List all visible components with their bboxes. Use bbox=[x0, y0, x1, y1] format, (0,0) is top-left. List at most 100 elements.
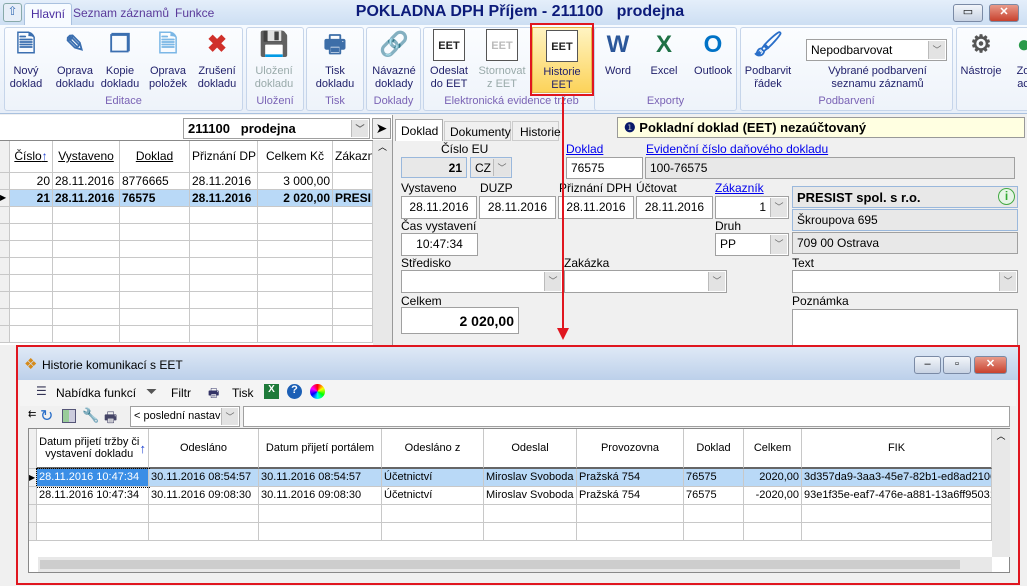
vystaveno-field[interactable]: 28.11.2016 bbox=[401, 196, 477, 219]
column-header[interactable]: Celkem Kč bbox=[258, 141, 333, 173]
table-cell[interactable] bbox=[333, 258, 373, 275]
celkem-field[interactable]: 2 020,00 bbox=[401, 307, 519, 334]
table-cell[interactable] bbox=[333, 326, 373, 343]
table-cell[interactable] bbox=[190, 207, 258, 224]
row-indicator[interactable] bbox=[29, 505, 37, 523]
table-cell[interactable] bbox=[684, 505, 744, 523]
column-header[interactable]: Vystaveno bbox=[53, 141, 120, 173]
table-cell[interactable] bbox=[577, 523, 684, 541]
table-cell[interactable] bbox=[190, 309, 258, 326]
ribbon-button-oprava[interactable]: 🗎 Oprava položek bbox=[146, 27, 190, 93]
table-cell[interactable] bbox=[53, 224, 120, 241]
table-cell[interactable]: Pražská 754 bbox=[577, 469, 684, 487]
table-cell[interactable] bbox=[577, 505, 684, 523]
table-cell[interactable] bbox=[53, 309, 120, 326]
zakaznik-select[interactable]: 1 ﹀ bbox=[715, 196, 789, 219]
wrench-icon[interactable]: 🔧 bbox=[82, 407, 99, 424]
table-cell[interactable] bbox=[259, 505, 382, 523]
duzp-field[interactable]: 28.11.2016 bbox=[479, 196, 556, 219]
table-cell[interactable]: 8776665 bbox=[120, 173, 190, 190]
dialog-maximize-button[interactable]: ▫ bbox=[943, 356, 971, 374]
table-cell[interactable] bbox=[802, 505, 992, 523]
table-cell[interactable]: 30.11.2016 09:08:30 bbox=[259, 487, 382, 505]
table-cell[interactable] bbox=[258, 224, 333, 241]
doklad-field[interactable]: 76575 bbox=[566, 157, 643, 179]
ribbon-button-uložení[interactable]: 💾 Uložení dokladu bbox=[250, 27, 298, 93]
filter-button[interactable]: Filtr bbox=[171, 386, 191, 400]
zakaznik-link[interactable]: Zákazník bbox=[715, 181, 764, 195]
customer-street-field[interactable]: Škroupova 695 bbox=[792, 209, 1018, 231]
go-arrow-button[interactable]: ➤ bbox=[372, 118, 391, 139]
table-cell[interactable]: -2020,00 bbox=[744, 487, 802, 505]
evidencni-cislo-field[interactable]: 100-76575 bbox=[645, 157, 1015, 179]
table-cell[interactable] bbox=[149, 523, 259, 541]
ribbon-button-zo[interactable]: ● Zo ac bbox=[1008, 27, 1027, 93]
customer-name-field[interactable]: PRESIST spol. s r.o. i bbox=[792, 186, 1018, 208]
dialog-close-button[interactable]: ✕ bbox=[974, 356, 1007, 374]
table-cell[interactable] bbox=[333, 207, 373, 224]
table-cell[interactable] bbox=[333, 241, 373, 258]
table-cell[interactable] bbox=[120, 275, 190, 292]
table-cell[interactable]: 93e1f35e-eaf7-476e-a881-13a6ff95031 bbox=[802, 487, 992, 505]
table-cell[interactable] bbox=[120, 241, 190, 258]
tab-historie[interactable]: Historie bbox=[512, 121, 561, 141]
chevron-down-icon[interactable]: ﹀ bbox=[708, 272, 725, 291]
druh-select[interactable]: PP ﹀ bbox=[715, 233, 789, 256]
table-cell[interactable] bbox=[10, 241, 53, 258]
table-cell[interactable]: 21 bbox=[10, 190, 53, 207]
ribbon-button-word[interactable]: W Word bbox=[597, 27, 639, 93]
close-button[interactable]: ✕ bbox=[989, 4, 1019, 22]
table-cell[interactable]: 30.11.2016 09:08:30 bbox=[149, 487, 259, 505]
table-cell[interactable]: 2 020,00 bbox=[258, 190, 333, 207]
table-cell[interactable] bbox=[744, 505, 802, 523]
customer-city-field[interactable]: 709 00 Ostrava bbox=[792, 232, 1018, 254]
row-indicator[interactable]: ▶ bbox=[29, 469, 37, 487]
table-cell[interactable] bbox=[258, 309, 333, 326]
table-cell[interactable] bbox=[120, 207, 190, 224]
table-cell[interactable] bbox=[10, 309, 53, 326]
table-cell[interactable] bbox=[120, 258, 190, 275]
row-indicator[interactable] bbox=[29, 523, 37, 541]
ribbon-button-nový[interactable]: 🗎 Nový doklad bbox=[5, 27, 47, 93]
column-header[interactable]: Zákazní bbox=[333, 141, 373, 173]
table-cell[interactable] bbox=[333, 173, 373, 190]
table-cell[interactable] bbox=[37, 523, 149, 541]
column-header[interactable]: Datum přijetí tržby či vystavení dokladu… bbox=[37, 429, 149, 469]
row-indicator[interactable] bbox=[29, 487, 37, 505]
table-cell[interactable] bbox=[10, 275, 53, 292]
table-cell[interactable] bbox=[53, 292, 120, 309]
table-cell[interactable]: Účetnictví bbox=[382, 469, 484, 487]
table-cell[interactable] bbox=[382, 523, 484, 541]
ribbon-button-kopie[interactable]: ❐ Kopie dokladu bbox=[99, 27, 141, 93]
list-filter-select[interactable]: 211100 prodejna ﹀ bbox=[183, 118, 370, 139]
column-header[interactable]: FIK bbox=[802, 429, 992, 469]
table-cell[interactable] bbox=[802, 523, 992, 541]
row-indicator[interactable] bbox=[0, 275, 10, 292]
text-select[interactable]: ﹀ bbox=[792, 270, 1018, 293]
table-cell[interactable]: Pražská 754 bbox=[577, 487, 684, 505]
restore-button[interactable]: ▭ bbox=[953, 4, 983, 22]
coloring-select[interactable]: Nepodbarvovat ﹀ bbox=[806, 39, 947, 61]
table-cell[interactable] bbox=[53, 275, 120, 292]
table-cell[interactable] bbox=[53, 207, 120, 224]
cas-vystaveni-field[interactable]: 10:47:34 bbox=[401, 233, 478, 256]
table-cell[interactable] bbox=[333, 275, 373, 292]
help-icon[interactable]: ? bbox=[287, 384, 302, 399]
table-cell[interactable] bbox=[333, 292, 373, 309]
column-header[interactable]: Číslo↑ bbox=[10, 141, 53, 173]
table-cell[interactable] bbox=[149, 505, 259, 523]
ribbon-button-oprava[interactable]: ✎ Oprava dokladu bbox=[53, 27, 97, 93]
tab-funkce[interactable]: Funkce bbox=[169, 3, 220, 25]
row-indicator[interactable]: ▶ bbox=[0, 190, 10, 207]
table-cell[interactable] bbox=[190, 258, 258, 275]
table-cell[interactable]: 30.11.2016 08:54:57 bbox=[259, 469, 382, 487]
chevron-down-icon[interactable]: ﹀ bbox=[544, 272, 561, 291]
tab-seznam-zaznamu[interactable]: Seznam záznamů bbox=[67, 3, 175, 25]
table-cell[interactable] bbox=[190, 241, 258, 258]
cislo-eu-field[interactable]: 21 bbox=[401, 157, 467, 178]
settings-select[interactable]: < poslední nastave ﹀ bbox=[130, 406, 240, 427]
table-cell[interactable]: 3d357da9-3aa3-45e7-82b1-ed8ad2106 bbox=[802, 469, 992, 487]
chevron-down-icon[interactable]: ﹀ bbox=[493, 159, 510, 176]
table-cell[interactable] bbox=[120, 224, 190, 241]
customer-info-icon[interactable]: i bbox=[998, 188, 1015, 205]
